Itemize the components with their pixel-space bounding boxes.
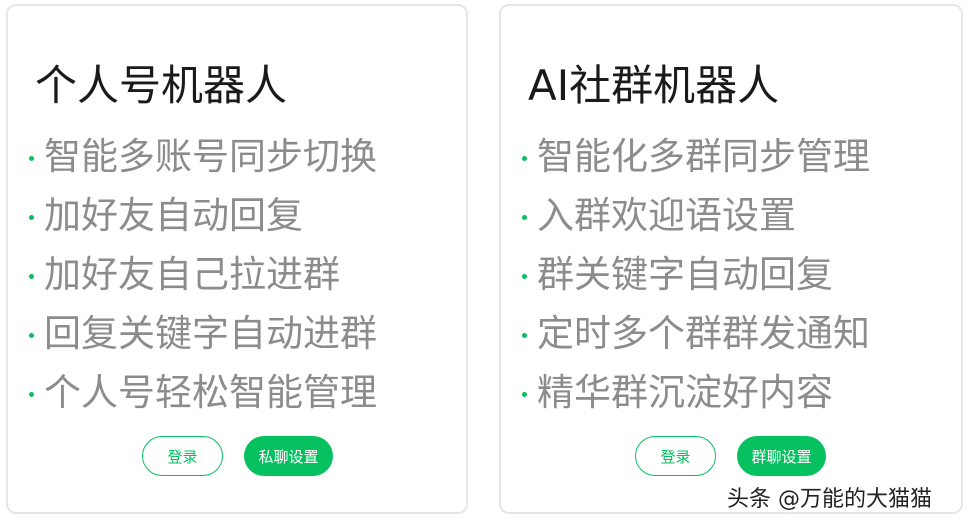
feature-list: 智能多账号同步切换 加好友自动回复 加好友自己拉进群 回复关键字自动进群 个人号…: [29, 127, 377, 422]
feature-text: 加好友自己拉进群: [44, 252, 340, 296]
feature-text: 智能多账号同步切换: [44, 134, 377, 178]
feature-item: 定时多个群群发通知: [522, 304, 870, 363]
feature-text: 智能化多群同步管理: [537, 134, 870, 178]
card-title: AI社群机器人: [528, 61, 780, 110]
feature-item: 入群欢迎语设置: [522, 186, 870, 245]
feature-text: 精华群沉淀好内容: [537, 370, 833, 414]
bullet-dot-icon: [522, 156, 527, 161]
feature-text: 个人号轻松智能管理: [44, 370, 377, 414]
bullet-dot-icon: [29, 156, 34, 161]
feature-text: 定时多个群群发通知: [537, 311, 870, 355]
feature-item: 精华群沉淀好内容: [522, 363, 870, 422]
feature-list: 智能化多群同步管理 入群欢迎语设置 群关键字自动回复 定时多个群群发通知 精华群…: [522, 127, 870, 422]
bullet-dot-icon: [29, 392, 34, 397]
bullet-dot-icon: [522, 215, 527, 220]
card-title: 个人号机器人: [35, 61, 288, 110]
feature-text: 回复关键字自动进群: [44, 311, 377, 355]
feature-item: 群关键字自动回复: [522, 245, 870, 304]
bullet-dot-icon: [522, 333, 527, 338]
feature-text: 群关键字自动回复: [537, 252, 833, 296]
group-chat-settings-button[interactable]: 群聊设置: [737, 436, 826, 476]
bullet-dot-icon: [522, 274, 527, 279]
personal-robot-card: 个人号机器人 智能多账号同步切换 加好友自动回复 加好友自己拉进群 回复关键字自…: [6, 4, 468, 514]
group-robot-card: AI社群机器人 智能化多群同步管理 入群欢迎语设置 群关键字自动回复 定时多个群…: [499, 4, 963, 514]
feature-item: 回复关键字自动进群: [29, 304, 377, 363]
feature-item: 智能多账号同步切换: [29, 127, 377, 186]
feature-text: 入群欢迎语设置: [537, 193, 796, 237]
button-row: 登录 群聊设置: [635, 436, 826, 476]
button-row: 登录 私聊设置: [142, 436, 333, 476]
feature-item: 个人号轻松智能管理: [29, 363, 377, 422]
bullet-dot-icon: [522, 392, 527, 397]
bullet-dot-icon: [29, 333, 34, 338]
bullet-dot-icon: [29, 274, 34, 279]
login-button[interactable]: 登录: [142, 436, 223, 476]
login-button[interactable]: 登录: [635, 436, 716, 476]
watermark-text: 头条 @万能的大猫猫: [727, 487, 932, 512]
feature-item: 加好友自动回复: [29, 186, 377, 245]
private-chat-settings-button[interactable]: 私聊设置: [244, 436, 333, 476]
feature-item: 加好友自己拉进群: [29, 245, 377, 304]
feature-text: 加好友自动回复: [44, 193, 303, 237]
bullet-dot-icon: [29, 215, 34, 220]
feature-item: 智能化多群同步管理: [522, 127, 870, 186]
